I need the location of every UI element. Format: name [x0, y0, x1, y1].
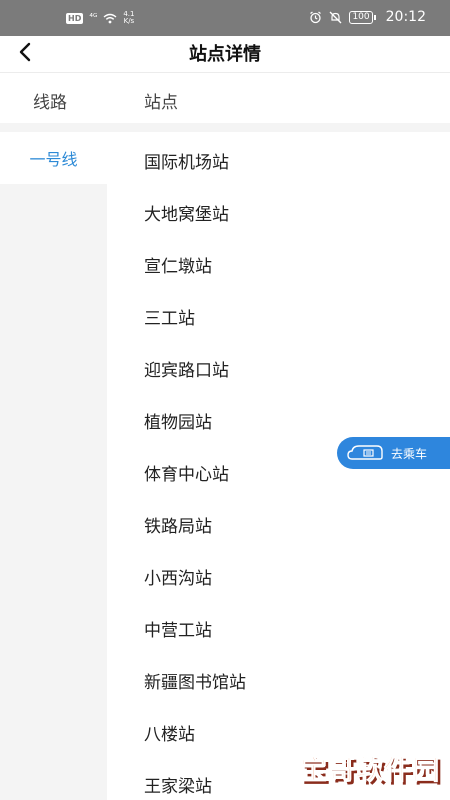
clock-time: 20:12 — [385, 9, 426, 25]
mute-icon — [329, 11, 342, 23]
battery-icon: 100 — [349, 10, 376, 24]
station-item[interactable]: 迎宾路口站 — [107, 342, 450, 394]
station-item[interactable]: 国际机场站 — [107, 134, 450, 186]
sidebar-item-line-1[interactable]: 一号线 — [0, 132, 107, 184]
status-left: HD ⁴ᴳ 4.1 K/s — [66, 11, 134, 25]
speed-unit: K/s — [123, 17, 135, 25]
signal-icon: ⁴ᴳ — [89, 13, 98, 23]
hd-badge-icon: HD — [66, 12, 84, 24]
status-bar: HD ⁴ᴳ 4.1 K/s 100 20:12 — [0, 0, 450, 36]
go-ride-label: 去乘车 — [391, 446, 428, 461]
watermark-logo: 宝哥软件园 宝哥软件园 — [300, 748, 448, 794]
go-ride-button[interactable]: 去乘车 — [337, 437, 450, 469]
lines-column-heading: 线路 — [33, 93, 67, 113]
header-divider — [0, 72, 450, 73]
network-speed: 4.1 K/s — [123, 11, 134, 25]
station-item[interactable]: 大地窝堡站 — [107, 186, 450, 238]
app-header: 站点详情 — [0, 36, 450, 72]
section-separator — [0, 123, 450, 132]
station-item[interactable]: 新疆图书馆站 — [107, 654, 450, 706]
station-item[interactable]: 铁路局站 — [107, 498, 450, 550]
stations-column-heading: 站点 — [144, 93, 178, 113]
station-item[interactable]: 三工站 — [107, 290, 450, 342]
station-item[interactable]: 宣仁墩站 — [107, 238, 450, 290]
alarm-icon — [310, 11, 322, 23]
page-title: 站点详情 — [189, 44, 261, 65]
watermark-text: 宝哥软件园 — [300, 755, 440, 787]
ride-code-icon — [347, 445, 383, 460]
status-right: 100 20:12 — [309, 9, 426, 25]
station-item[interactable]: 小西沟站 — [107, 550, 450, 602]
line-sidebar: 一号线 — [0, 132, 107, 800]
station-item[interactable]: 中营工站 — [107, 602, 450, 654]
wifi-icon — [103, 13, 117, 23]
